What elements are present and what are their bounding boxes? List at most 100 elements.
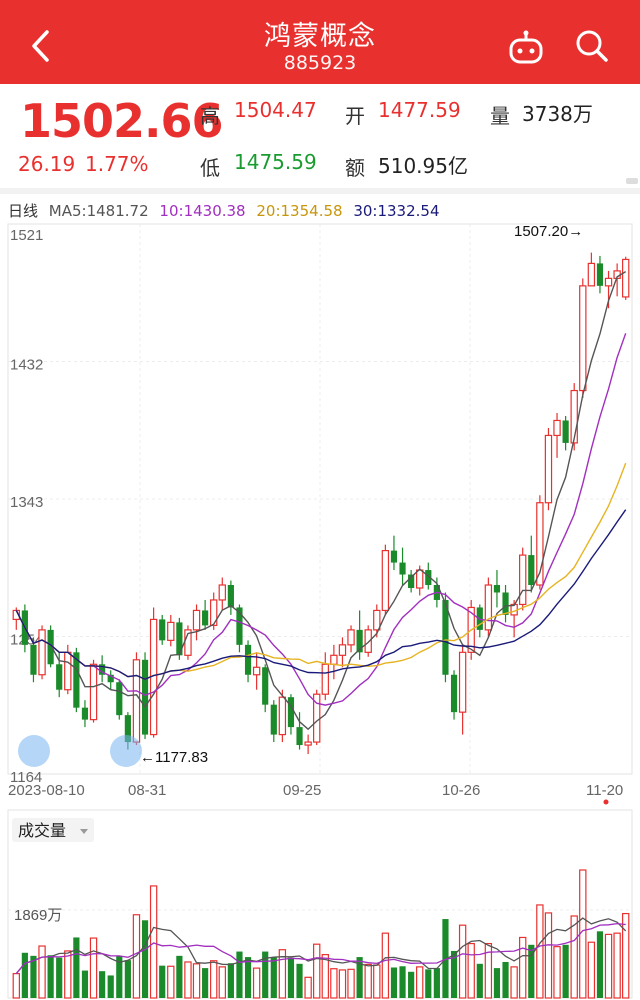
candle-down xyxy=(81,707,89,720)
volume-bar-down xyxy=(236,951,243,998)
ma10-line xyxy=(15,333,627,706)
volume-label: 成交量 xyxy=(18,822,66,840)
robot-icon[interactable] xyxy=(506,30,546,66)
low-value: 1475.59 xyxy=(234,150,317,174)
candle-down xyxy=(493,585,501,593)
volume-bar-down xyxy=(73,937,80,998)
volume-bar-up xyxy=(622,912,630,999)
candle-up xyxy=(38,629,46,676)
candle-up xyxy=(304,741,312,746)
max-annotation: 1507.20→ xyxy=(514,223,583,240)
volume-bar-down xyxy=(56,957,63,998)
kline-chart[interactable]: 152114321343125411642023-08-1008-3109-25… xyxy=(0,220,640,1000)
candle-up xyxy=(192,609,201,631)
candle-up xyxy=(373,609,381,631)
candle-down xyxy=(116,682,123,716)
candle-up xyxy=(347,629,355,646)
volume-bar-down xyxy=(408,971,415,998)
volume-bar-up xyxy=(338,969,347,999)
candle-up xyxy=(553,419,561,437)
candle-down xyxy=(562,420,569,443)
candle-up xyxy=(519,554,527,606)
ma30-label: 30:1332.54 xyxy=(353,202,440,220)
volume-bar-down xyxy=(425,969,432,998)
volume-bar-up xyxy=(218,966,226,999)
candle-up xyxy=(579,285,587,392)
volume-bar-down xyxy=(124,960,131,998)
volume-bar-down xyxy=(493,968,501,998)
volume-bar-up xyxy=(149,885,158,999)
amount-label: 额 xyxy=(345,156,365,180)
x-tick-label: 2023-08-10 xyxy=(8,782,85,799)
candle-down xyxy=(270,704,277,735)
volume-bar-down xyxy=(244,957,252,998)
candle-up xyxy=(278,696,287,736)
volume-bar-up xyxy=(458,924,467,999)
x-tick-label: 10-26 xyxy=(442,782,480,799)
open-label: 开 xyxy=(345,104,365,128)
search-icon[interactable] xyxy=(574,28,610,64)
ma30-line xyxy=(15,509,627,680)
volume-bar-up xyxy=(330,968,338,999)
candle-up xyxy=(484,584,493,631)
x-tick-label: 11-20 xyxy=(586,782,623,799)
volume-bar-up xyxy=(613,932,621,999)
volume-bar-down xyxy=(270,957,277,998)
candle-down xyxy=(227,585,234,608)
y-tick-label: 1343 xyxy=(10,494,43,511)
volume-bar-up xyxy=(587,941,596,999)
volume-bar-down xyxy=(159,965,166,998)
volume-bar-up xyxy=(313,943,321,999)
volume-bar-down xyxy=(107,975,114,998)
candle-down xyxy=(450,674,458,713)
expand-left-icon[interactable] xyxy=(18,735,50,767)
period-label[interactable]: 日线 xyxy=(8,202,38,220)
candle-down xyxy=(399,562,406,575)
candle-down xyxy=(287,697,295,728)
volume-bar-up xyxy=(38,945,46,999)
candle-up xyxy=(622,258,630,298)
candle-up xyxy=(64,651,72,691)
volume-bar-down xyxy=(502,961,509,998)
header-bar: 鸿蒙概念 885923 xyxy=(0,0,640,84)
volume-bar-up xyxy=(167,965,175,999)
candle-down xyxy=(141,659,149,735)
candle-down xyxy=(30,644,37,675)
y-tick-label: 1521 xyxy=(10,227,43,244)
volume-bar-up xyxy=(416,966,424,999)
volume-bar-down xyxy=(562,944,569,998)
min-annotation: ←1177.83 xyxy=(140,749,208,766)
volume-bar-up xyxy=(347,968,355,999)
x-tick-label: 09-25 xyxy=(283,782,321,799)
volume-bar-down xyxy=(296,963,303,998)
price-change: 26.19 xyxy=(18,152,76,176)
volume-bar-down xyxy=(81,970,89,998)
candle-up xyxy=(330,654,338,665)
price-change-pct: 1.77% xyxy=(85,152,149,176)
volume-bar-up xyxy=(510,966,518,999)
volume-bar-up xyxy=(536,904,544,999)
volume-bar-down xyxy=(202,968,209,998)
volume-bar-down xyxy=(21,952,28,998)
candle-down xyxy=(502,592,509,615)
volume-bar-down xyxy=(30,955,37,998)
volume-bar-up xyxy=(210,960,218,999)
open-value: 1477.59 xyxy=(378,98,461,122)
candle-up xyxy=(89,663,98,721)
volume-bar-down xyxy=(476,963,483,998)
candle-up xyxy=(587,262,596,287)
volume-bar-down xyxy=(47,955,54,998)
candle-down xyxy=(262,667,269,705)
volume-bar-down xyxy=(433,968,440,998)
volume-bar-up xyxy=(544,912,553,999)
candle-up xyxy=(381,550,390,612)
high-value: 1504.47 xyxy=(234,98,317,122)
volume-bar-down xyxy=(390,967,398,998)
candle-down xyxy=(56,664,63,690)
scroll-indicator xyxy=(626,178,638,184)
volume-bar-up xyxy=(304,976,312,999)
ma20-label: 20:1354.58 xyxy=(256,202,343,220)
expand-right-icon[interactable] xyxy=(110,735,142,767)
low-label: 低 xyxy=(200,156,220,180)
volume-label: 量 xyxy=(490,104,510,128)
